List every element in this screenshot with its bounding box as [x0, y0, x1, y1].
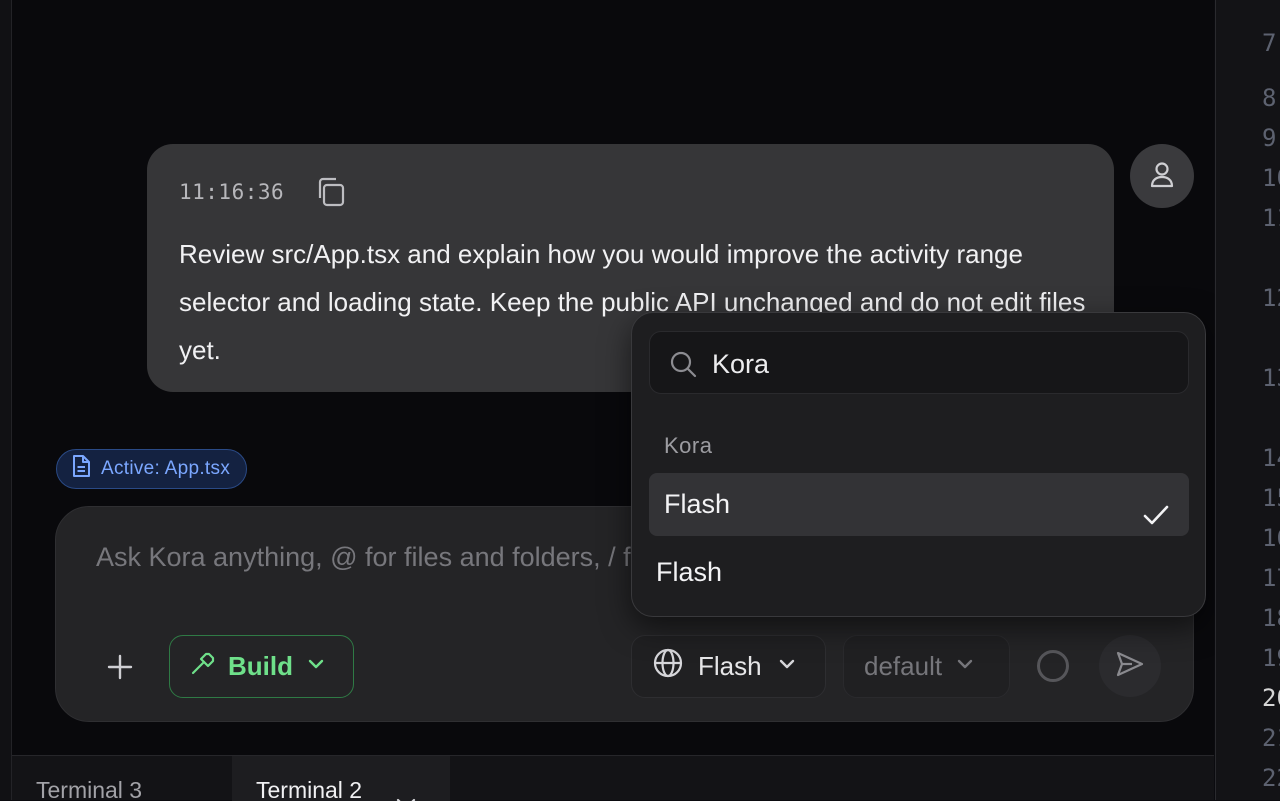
active-file-chip[interactable]: Active: App.tsx	[56, 449, 248, 489]
chevron-down-icon	[776, 651, 798, 682]
user-icon	[1147, 159, 1177, 194]
model-search-box	[649, 331, 1189, 394]
send-icon	[1114, 648, 1146, 685]
line-number: 10	[1262, 164, 1280, 192]
plus-icon[interactable]	[104, 651, 136, 683]
line-number: 8	[1262, 84, 1277, 112]
line-number-active: 20	[1262, 684, 1280, 712]
model-dropdown: Kora Flash Flash	[631, 312, 1206, 617]
tab-label: Terminal 2	[256, 777, 363, 801]
tab-label: Terminal 3	[36, 777, 143, 801]
code-editor-gutter: 7 8 9 10 11 12 13 14 15 16 17 18 19 20 2…	[1215, 0, 1280, 800]
model-option-label: Flash	[656, 557, 723, 587]
chevron-down-icon	[305, 651, 327, 682]
close-icon[interactable]	[394, 778, 418, 801]
left-sidebar-edge	[0, 0, 12, 800]
model-select-label: Flash	[698, 651, 762, 681]
line-number: 18	[1262, 604, 1280, 632]
chevron-down-icon	[954, 651, 976, 682]
file-icon	[71, 454, 91, 484]
message-timestamp: 11:16:36	[179, 180, 285, 204]
model-select-button[interactable]: Flash	[631, 635, 826, 698]
tab-terminal-3[interactable]: Terminal 3	[12, 756, 232, 801]
circle-icon[interactable]	[1037, 650, 1069, 682]
line-number: 22	[1262, 764, 1280, 792]
line-number: 14	[1262, 444, 1280, 472]
globe-icon	[652, 647, 684, 686]
tab-terminal-2[interactable]: Terminal 2	[232, 756, 450, 801]
line-number: 15	[1262, 484, 1280, 512]
model-search-input[interactable]	[710, 342, 1174, 386]
line-number: 16	[1262, 524, 1280, 552]
terminal-tab-bar: Terminal 3 Terminal 2	[12, 755, 1214, 801]
line-number: 19	[1262, 644, 1280, 672]
dropdown-group-label: Kora	[664, 433, 713, 458]
line-number: 12	[1262, 284, 1280, 312]
line-number: 17	[1262, 564, 1280, 592]
send-button[interactable]	[1099, 635, 1161, 697]
model-option-flash[interactable]: Flash	[656, 557, 722, 588]
variant-select-label: default	[864, 651, 943, 681]
model-option-flash-selected[interactable]: Flash	[649, 473, 1189, 536]
copy-icon[interactable]	[313, 174, 349, 210]
line-number: 11	[1262, 204, 1280, 232]
mode-build-label: Build	[228, 651, 293, 681]
line-number: 13	[1262, 364, 1280, 392]
variant-select-button[interactable]: default	[843, 635, 1010, 698]
line-number: 9	[1262, 124, 1277, 152]
chat-panel: 11:16:36 Review src/App.tsx and explain …	[12, 0, 1214, 755]
active-file-label: Active: App.tsx	[101, 458, 231, 479]
mode-build-button[interactable]: Build	[169, 635, 354, 698]
hammer-icon	[190, 650, 216, 683]
line-number: 21	[1262, 724, 1280, 752]
model-option-label: Flash	[664, 489, 731, 519]
line-number: 7	[1262, 29, 1277, 57]
check-icon	[1141, 490, 1171, 525]
user-avatar	[1130, 144, 1194, 208]
search-icon	[668, 349, 698, 379]
